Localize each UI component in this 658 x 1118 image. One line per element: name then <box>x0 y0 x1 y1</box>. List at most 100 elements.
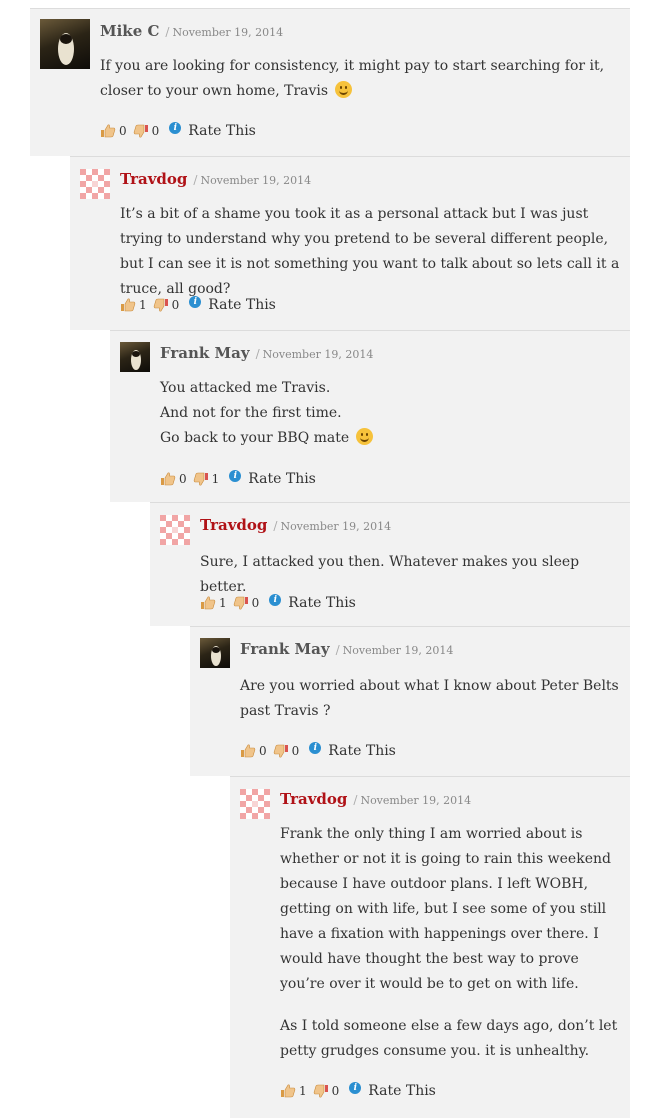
comment-travdog: Travdog / November 19, 2014 It’s a bit of … <box>70 156 630 330</box>
rate-this-link[interactable]: Rate This <box>328 743 396 759</box>
comment-paragraph: Frank the only thing I am worried about … <box>280 826 611 992</box>
identicon-icon <box>160 515 190 545</box>
comment-body: You attacked me Travis. And not for the … <box>160 376 620 451</box>
thumbs-up-icon[interactable] <box>100 123 116 139</box>
avatar[interactable] <box>200 638 230 668</box>
like-count: 0 <box>179 472 187 486</box>
rating-bar: 1 0 i Rate This <box>120 296 276 313</box>
comment-date[interactable]: November 19, 2014 <box>263 348 374 361</box>
comment-frank-may: Frank May / November 19, 2014 You attacked… <box>110 330 630 502</box>
thumbs-down-icon[interactable] <box>233 595 249 611</box>
comment-body: Are you worried about what I know about … <box>240 674 620 724</box>
comment-date[interactable]: November 19, 2014 <box>200 174 311 187</box>
thumbs-down-icon[interactable] <box>313 1083 329 1099</box>
comment-meta: Travdog / November 19, 2014 <box>280 789 471 808</box>
dislike-count: 1 <box>211 472 220 486</box>
info-icon[interactable]: i <box>349 1082 362 1094</box>
comment-paragraph: If you are looking for consistency, it m… <box>100 58 605 99</box>
thumbs-down-icon[interactable] <box>193 471 209 487</box>
comment-meta: Frank May / November 19, 2014 <box>160 343 373 362</box>
comment-body: Frank the only thing I am worried about … <box>280 822 620 1064</box>
avatar[interactable] <box>40 19 90 69</box>
comment-meta: Travdog / November 19, 2014 <box>200 515 391 534</box>
meta-separator: / <box>353 793 358 807</box>
smiley-emoji-icon <box>355 428 373 445</box>
avatar[interactable] <box>80 169 110 199</box>
comment-paragraph: As I told someone else a few days ago, d… <box>280 1018 618 1059</box>
comment-frank-may: Frank May / November 19, 2014 Are you worr… <box>190 626 630 776</box>
author-name: Frank May <box>240 640 330 658</box>
rating-bar: 1 0 i Rate This <box>280 1082 436 1099</box>
comment-meta: Frank May / November 19, 2014 <box>240 639 453 658</box>
meta-separator: / <box>255 347 260 361</box>
like-count: 1 <box>139 298 147 312</box>
dislike-count: 0 <box>171 298 180 312</box>
smiley-emoji-icon <box>334 81 352 98</box>
dislike-count: 0 <box>151 124 160 138</box>
thumbs-up-icon[interactable] <box>120 297 136 313</box>
like-count: 1 <box>299 1084 307 1098</box>
rating-bar: 0 0 i Rate This <box>240 742 396 759</box>
dislike-count: 0 <box>251 596 260 610</box>
comment-paragraph: It’s a bit of a shame you took it as a p… <box>120 206 620 297</box>
comment-line: Go back to your BBQ mate <box>160 430 350 446</box>
meta-separator: / <box>335 643 340 657</box>
thumbs-up-icon[interactable] <box>240 743 256 759</box>
comment-paragraph: Sure, I attacked you then. Whatever make… <box>200 554 580 595</box>
like-count: 1 <box>219 596 227 610</box>
thumbs-up-icon[interactable] <box>280 1083 296 1099</box>
identicon-icon <box>240 789 270 819</box>
comment-travdog: Travdog / November 19, 2014 Frank the only… <box>230 776 630 1118</box>
comment-body: Sure, I attacked you then. Whatever make… <box>200 550 620 600</box>
comment-body: It’s a bit of a shame you took it as a p… <box>120 202 620 302</box>
author-name[interactable]: Travdog <box>120 170 187 188</box>
comment-date[interactable]: November 19, 2014 <box>343 644 454 657</box>
info-icon[interactable]: i <box>309 742 322 754</box>
thumbs-up-icon[interactable] <box>200 595 216 611</box>
comment-line: You attacked me Travis. <box>160 380 331 396</box>
info-icon[interactable]: i <box>169 122 182 134</box>
horse-photo-icon <box>58 33 74 65</box>
author-name: Mike C <box>100 22 160 40</box>
comment-meta: Mike C / November 19, 2014 <box>100 21 283 40</box>
info-icon[interactable]: i <box>269 594 282 606</box>
rate-this-link[interactable]: Rate This <box>368 1083 436 1099</box>
rate-this-link[interactable]: Rate This <box>288 595 356 611</box>
author-name[interactable]: Travdog <box>200 516 267 534</box>
author-name: Frank May <box>160 344 250 362</box>
meta-separator: / <box>273 519 278 533</box>
horse-photo-icon <box>131 350 141 370</box>
comment-line: And not for the first time. <box>160 405 342 421</box>
rate-this-link[interactable]: Rate This <box>248 471 316 487</box>
comment-mike-c: Mike C / November 19, 2014 If you are look… <box>30 8 630 156</box>
comment-date[interactable]: November 19, 2014 <box>360 794 471 807</box>
horse-photo-icon <box>211 646 221 666</box>
author-name[interactable]: Travdog <box>280 790 347 808</box>
comment-travdog: Travdog / November 19, 2014 Sure, I attack… <box>150 502 630 626</box>
meta-separator: / <box>193 173 198 187</box>
comment-date[interactable]: November 19, 2014 <box>172 26 283 39</box>
rate-this-link[interactable]: Rate This <box>188 123 256 139</box>
comment-date[interactable]: November 19, 2014 <box>280 520 391 533</box>
info-icon[interactable]: i <box>229 470 242 482</box>
dislike-count: 0 <box>331 1084 340 1098</box>
like-count: 0 <box>259 744 267 758</box>
avatar[interactable] <box>240 789 270 819</box>
comment-paragraph: Are you worried about what I know about … <box>240 678 619 719</box>
dislike-count: 0 <box>291 744 300 758</box>
like-count: 0 <box>119 124 127 138</box>
identicon-icon <box>80 169 110 199</box>
thumbs-down-icon[interactable] <box>153 297 169 313</box>
comment-body: If you are looking for consistency, it m… <box>100 54 620 104</box>
rating-bar: 0 0 i Rate This <box>100 122 256 139</box>
rate-this-link[interactable]: Rate This <box>208 297 276 313</box>
thumbs-down-icon[interactable] <box>133 123 149 139</box>
thumbs-up-icon[interactable] <box>160 471 176 487</box>
avatar[interactable] <box>160 515 190 545</box>
comment-meta: Travdog / November 19, 2014 <box>120 169 311 188</box>
thumbs-down-icon[interactable] <box>273 743 289 759</box>
rating-bar: 0 1 i Rate This <box>160 470 316 487</box>
avatar[interactable] <box>120 342 150 372</box>
info-icon[interactable]: i <box>189 296 202 308</box>
rating-bar: 1 0 i Rate This <box>200 594 356 611</box>
